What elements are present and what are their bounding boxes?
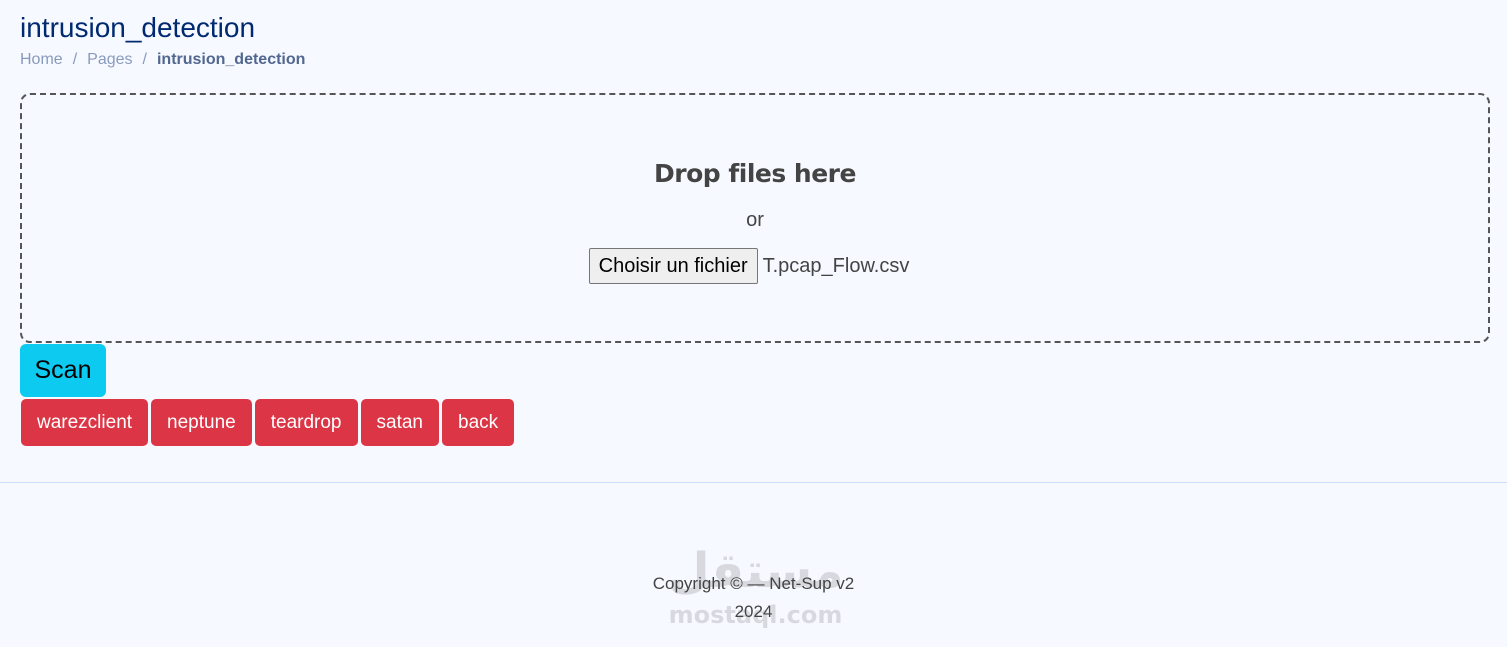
page-title: intrusion_detection [20, 12, 256, 43]
breadcrumb-home-link[interactable]: Home [20, 50, 63, 70]
dropzone-or-text: or [746, 209, 764, 231]
choose-file-button[interactable]: Choisir un fichier [588, 248, 758, 284]
breadcrumb-pages-link[interactable]: Pages [87, 50, 132, 70]
back-button[interactable]: back [442, 399, 515, 446]
satan-button[interactable]: satan [360, 399, 439, 446]
dropzone-title: Drop files here [654, 159, 856, 188]
breadcrumb: Home / Pages / intrusion_detection [20, 50, 305, 70]
warezclient-button[interactable]: warezclient [21, 399, 149, 446]
footer: Copyright © — Net-Sup v2 2024 [0, 570, 1507, 626]
file-dropzone[interactable]: Drop files here or Choisir un fichier T.… [20, 93, 1490, 343]
breadcrumb-separator: / [72, 51, 78, 68]
footer-divider [0, 482, 1507, 483]
breadcrumb-current: intrusion_detection [156, 51, 306, 68]
scan-button[interactable]: Scan [20, 344, 106, 397]
footer-year: 2024 [734, 602, 773, 621]
attack-type-buttons: warezclient neptune teardrop satan back [21, 399, 515, 446]
breadcrumb-separator: / [142, 51, 147, 68]
footer-copyright: Copyright © — Net-Sup v2 [652, 574, 855, 593]
neptune-button[interactable]: neptune [151, 399, 252, 446]
file-input: Choisir un fichier T.pcap_Flow.csv [22, 248, 1488, 284]
teardrop-button[interactable]: teardrop [254, 399, 358, 446]
selected-file-name: T.pcap_Flow.csv [762, 254, 910, 277]
